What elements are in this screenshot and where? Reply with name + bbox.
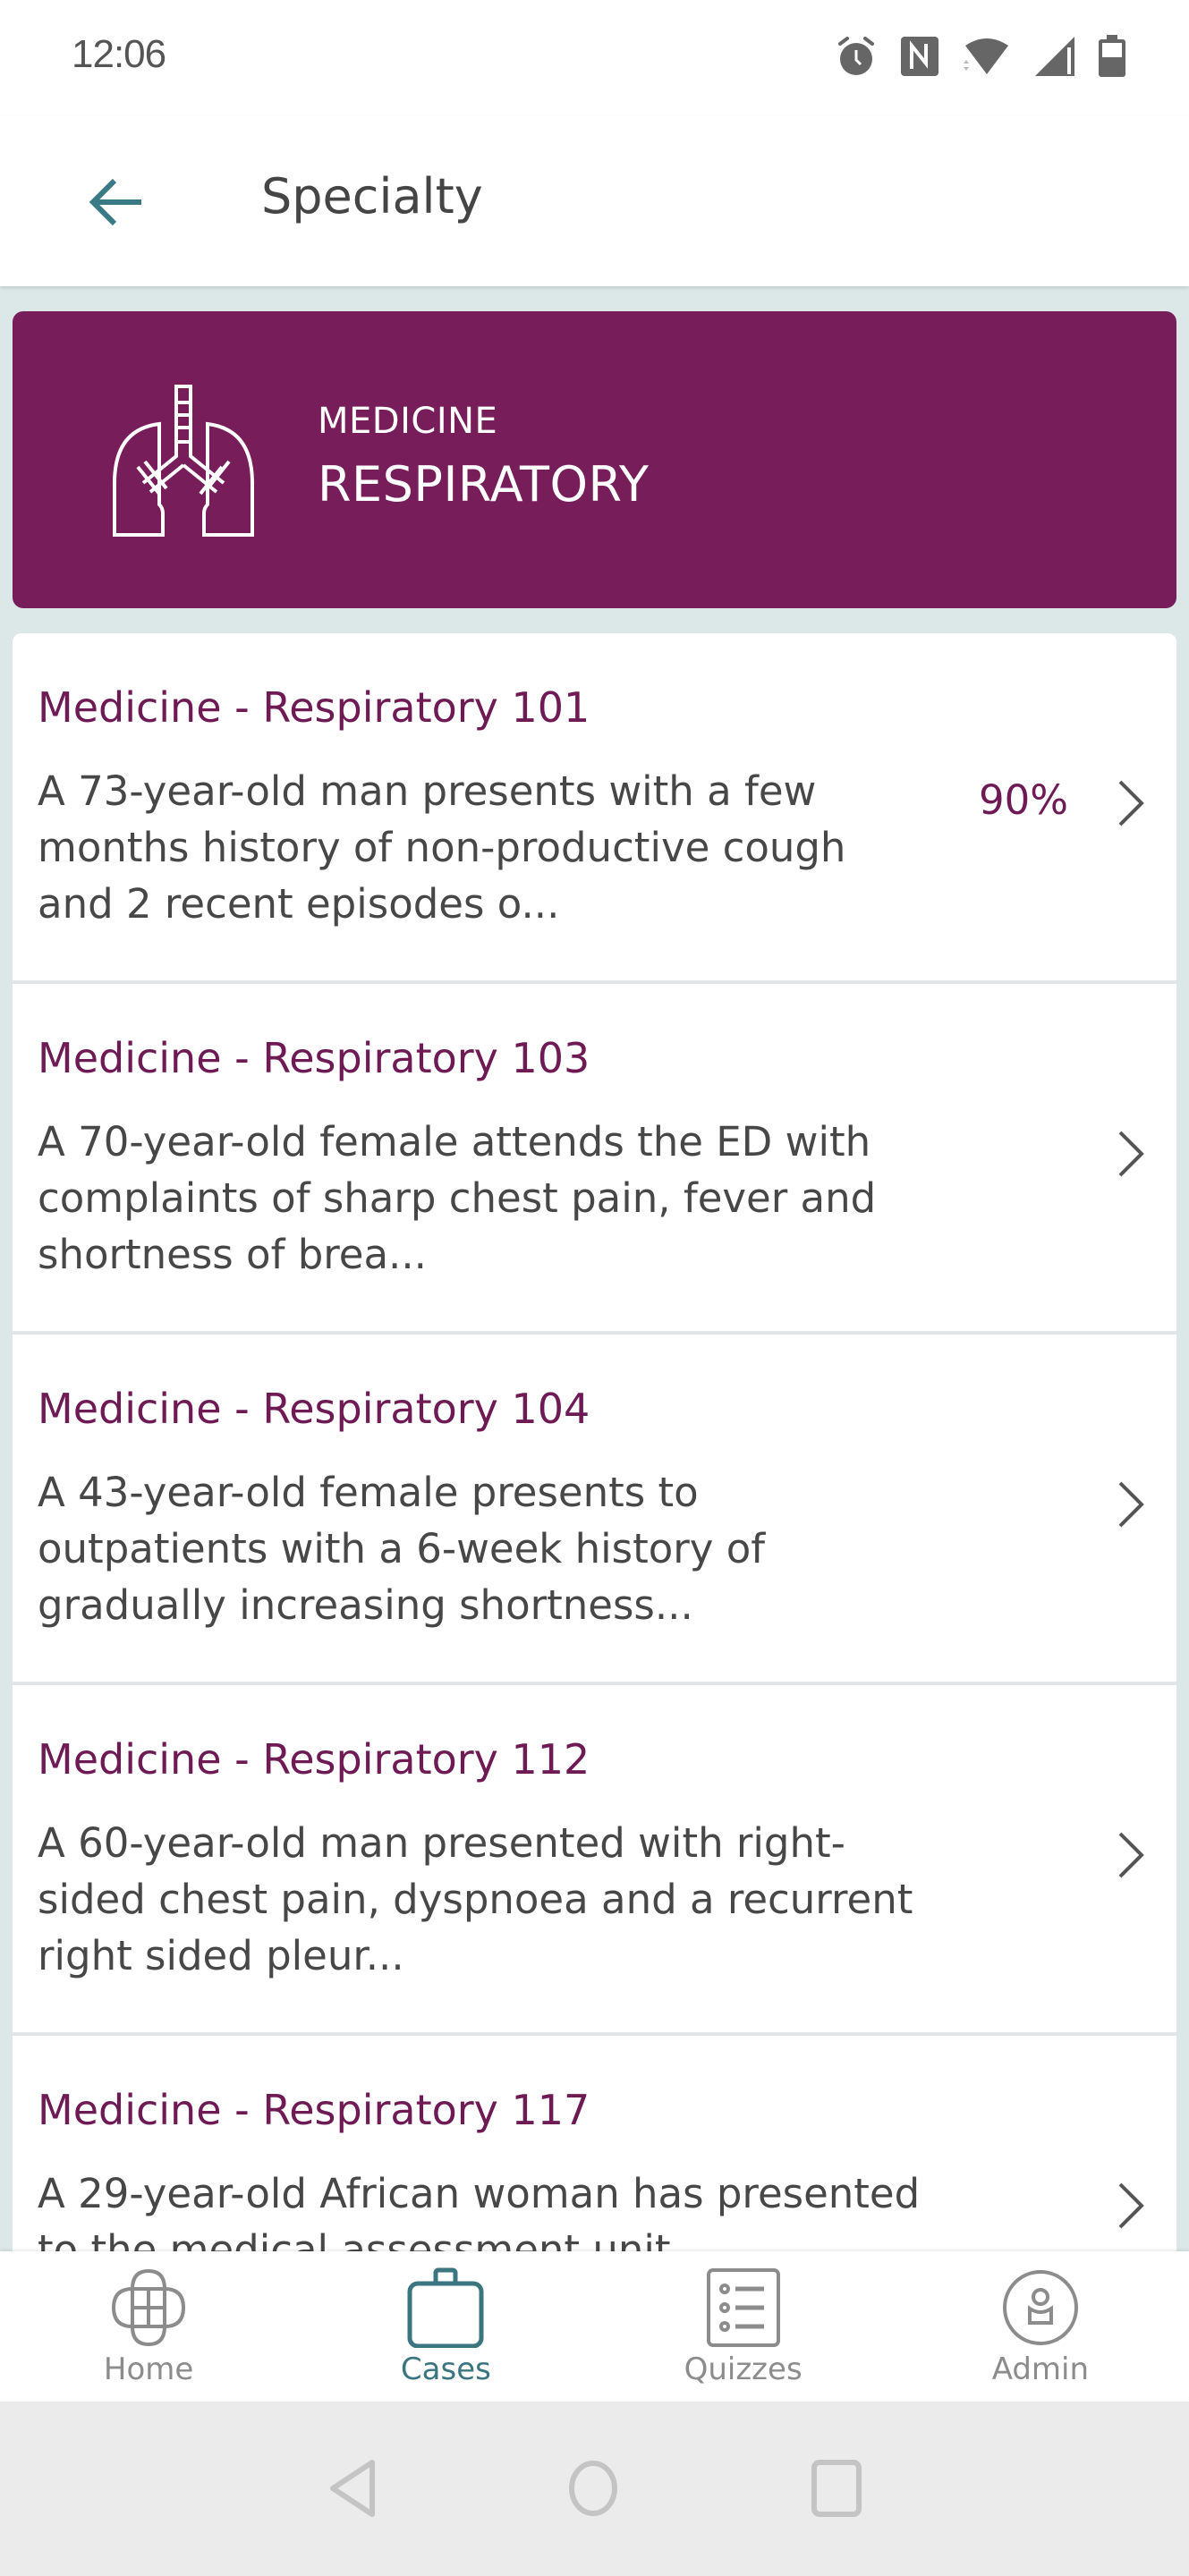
- arrow-left-icon: [89, 178, 141, 226]
- banner-category: MEDICINE: [318, 401, 498, 442]
- bottom-nav: Home Cases Quizzes Admin: [0, 2251, 1189, 2402]
- specialty-banner: MEDICINE RESPIRATORY: [13, 311, 1176, 608]
- battery-icon: [1099, 35, 1125, 77]
- status-time: 12:06: [72, 32, 166, 76]
- case-item[interactable]: Medicine - Respiratory 112 A 60-year-old…: [13, 1685, 1176, 2036]
- home-icon: [112, 2268, 186, 2347]
- checklist-icon: [706, 2268, 780, 2347]
- case-description: A 43-year-old female presents to outpati…: [38, 1469, 766, 1629]
- back-triangle-icon[interactable]: [324, 2457, 386, 2520]
- user-circle-icon: [1002, 2270, 1078, 2345]
- lungs-icon: [113, 385, 254, 537]
- chevron-right-icon: [1118, 1131, 1144, 1177]
- chevron-right-icon: [1118, 1481, 1144, 1528]
- tab-home[interactable]: Home: [0, 2251, 297, 2402]
- briefcase-icon: [407, 2267, 484, 2348]
- app-bar: Specialty: [0, 116, 1189, 286]
- case-description: A 70-year-old female attends the ED with…: [38, 1118, 877, 1278]
- case-score: 90%: [979, 776, 1069, 824]
- system-nav-bar: [0, 2402, 1189, 2576]
- alarm-icon: [838, 37, 874, 75]
- chevron-right-icon: [1118, 2182, 1144, 2229]
- page-title: Specialty: [261, 168, 483, 225]
- banner-specialty: RESPIRATORY: [318, 456, 650, 513]
- case-item[interactable]: Medicine - Respiratory 103 A 70-year-old…: [13, 984, 1176, 1335]
- case-item[interactable]: Medicine - Respiratory 104 A 43-year-old…: [13, 1335, 1176, 1685]
- home-circle-icon[interactable]: [562, 2457, 624, 2520]
- case-item[interactable]: Medicine - Respiratory 117 A 29-year-old…: [13, 2036, 1176, 2251]
- tab-quizzes[interactable]: Quizzes: [595, 2251, 892, 2402]
- tab-cases[interactable]: Cases: [297, 2251, 594, 2402]
- status-icons: [835, 35, 1126, 77]
- tab-admin[interactable]: Admin: [892, 2251, 1189, 2402]
- status-bar: 12:06: [0, 0, 1189, 116]
- tab-quizzes-label: Quizzes: [684, 2351, 803, 2387]
- case-description: A 73-year-old man presents with a few mo…: [38, 767, 846, 928]
- tab-home-label: Home: [103, 2351, 194, 2387]
- recents-square-icon[interactable]: [805, 2457, 868, 2520]
- case-list: Medicine - Respiratory 101 A 73-year-old…: [13, 633, 1176, 2251]
- nfc-icon: [901, 37, 938, 76]
- chevron-right-icon: [1118, 1832, 1144, 1878]
- back-button[interactable]: [81, 166, 152, 238]
- case-title: Medicine - Respiratory 117: [38, 2086, 590, 2134]
- case-title: Medicine - Respiratory 103: [38, 1034, 590, 1082]
- case-description: A 60-year-old man presented with right-s…: [38, 1819, 913, 1979]
- tab-admin-label: Admin: [991, 2351, 1090, 2387]
- wifi-icon: [964, 38, 1008, 74]
- chevron-right-icon: [1118, 780, 1144, 826]
- cellular-signal-icon: [1035, 37, 1074, 76]
- case-title: Medicine - Respiratory 104: [38, 1385, 590, 1433]
- tab-cases-label: Cases: [400, 2351, 491, 2387]
- case-description: A 29-year-old African woman has presente…: [38, 2170, 921, 2251]
- case-title: Medicine - Respiratory 101: [38, 683, 590, 732]
- case-item[interactable]: Medicine - Respiratory 101 A 73-year-old…: [13, 633, 1176, 984]
- case-title: Medicine - Respiratory 112: [38, 1735, 590, 1784]
